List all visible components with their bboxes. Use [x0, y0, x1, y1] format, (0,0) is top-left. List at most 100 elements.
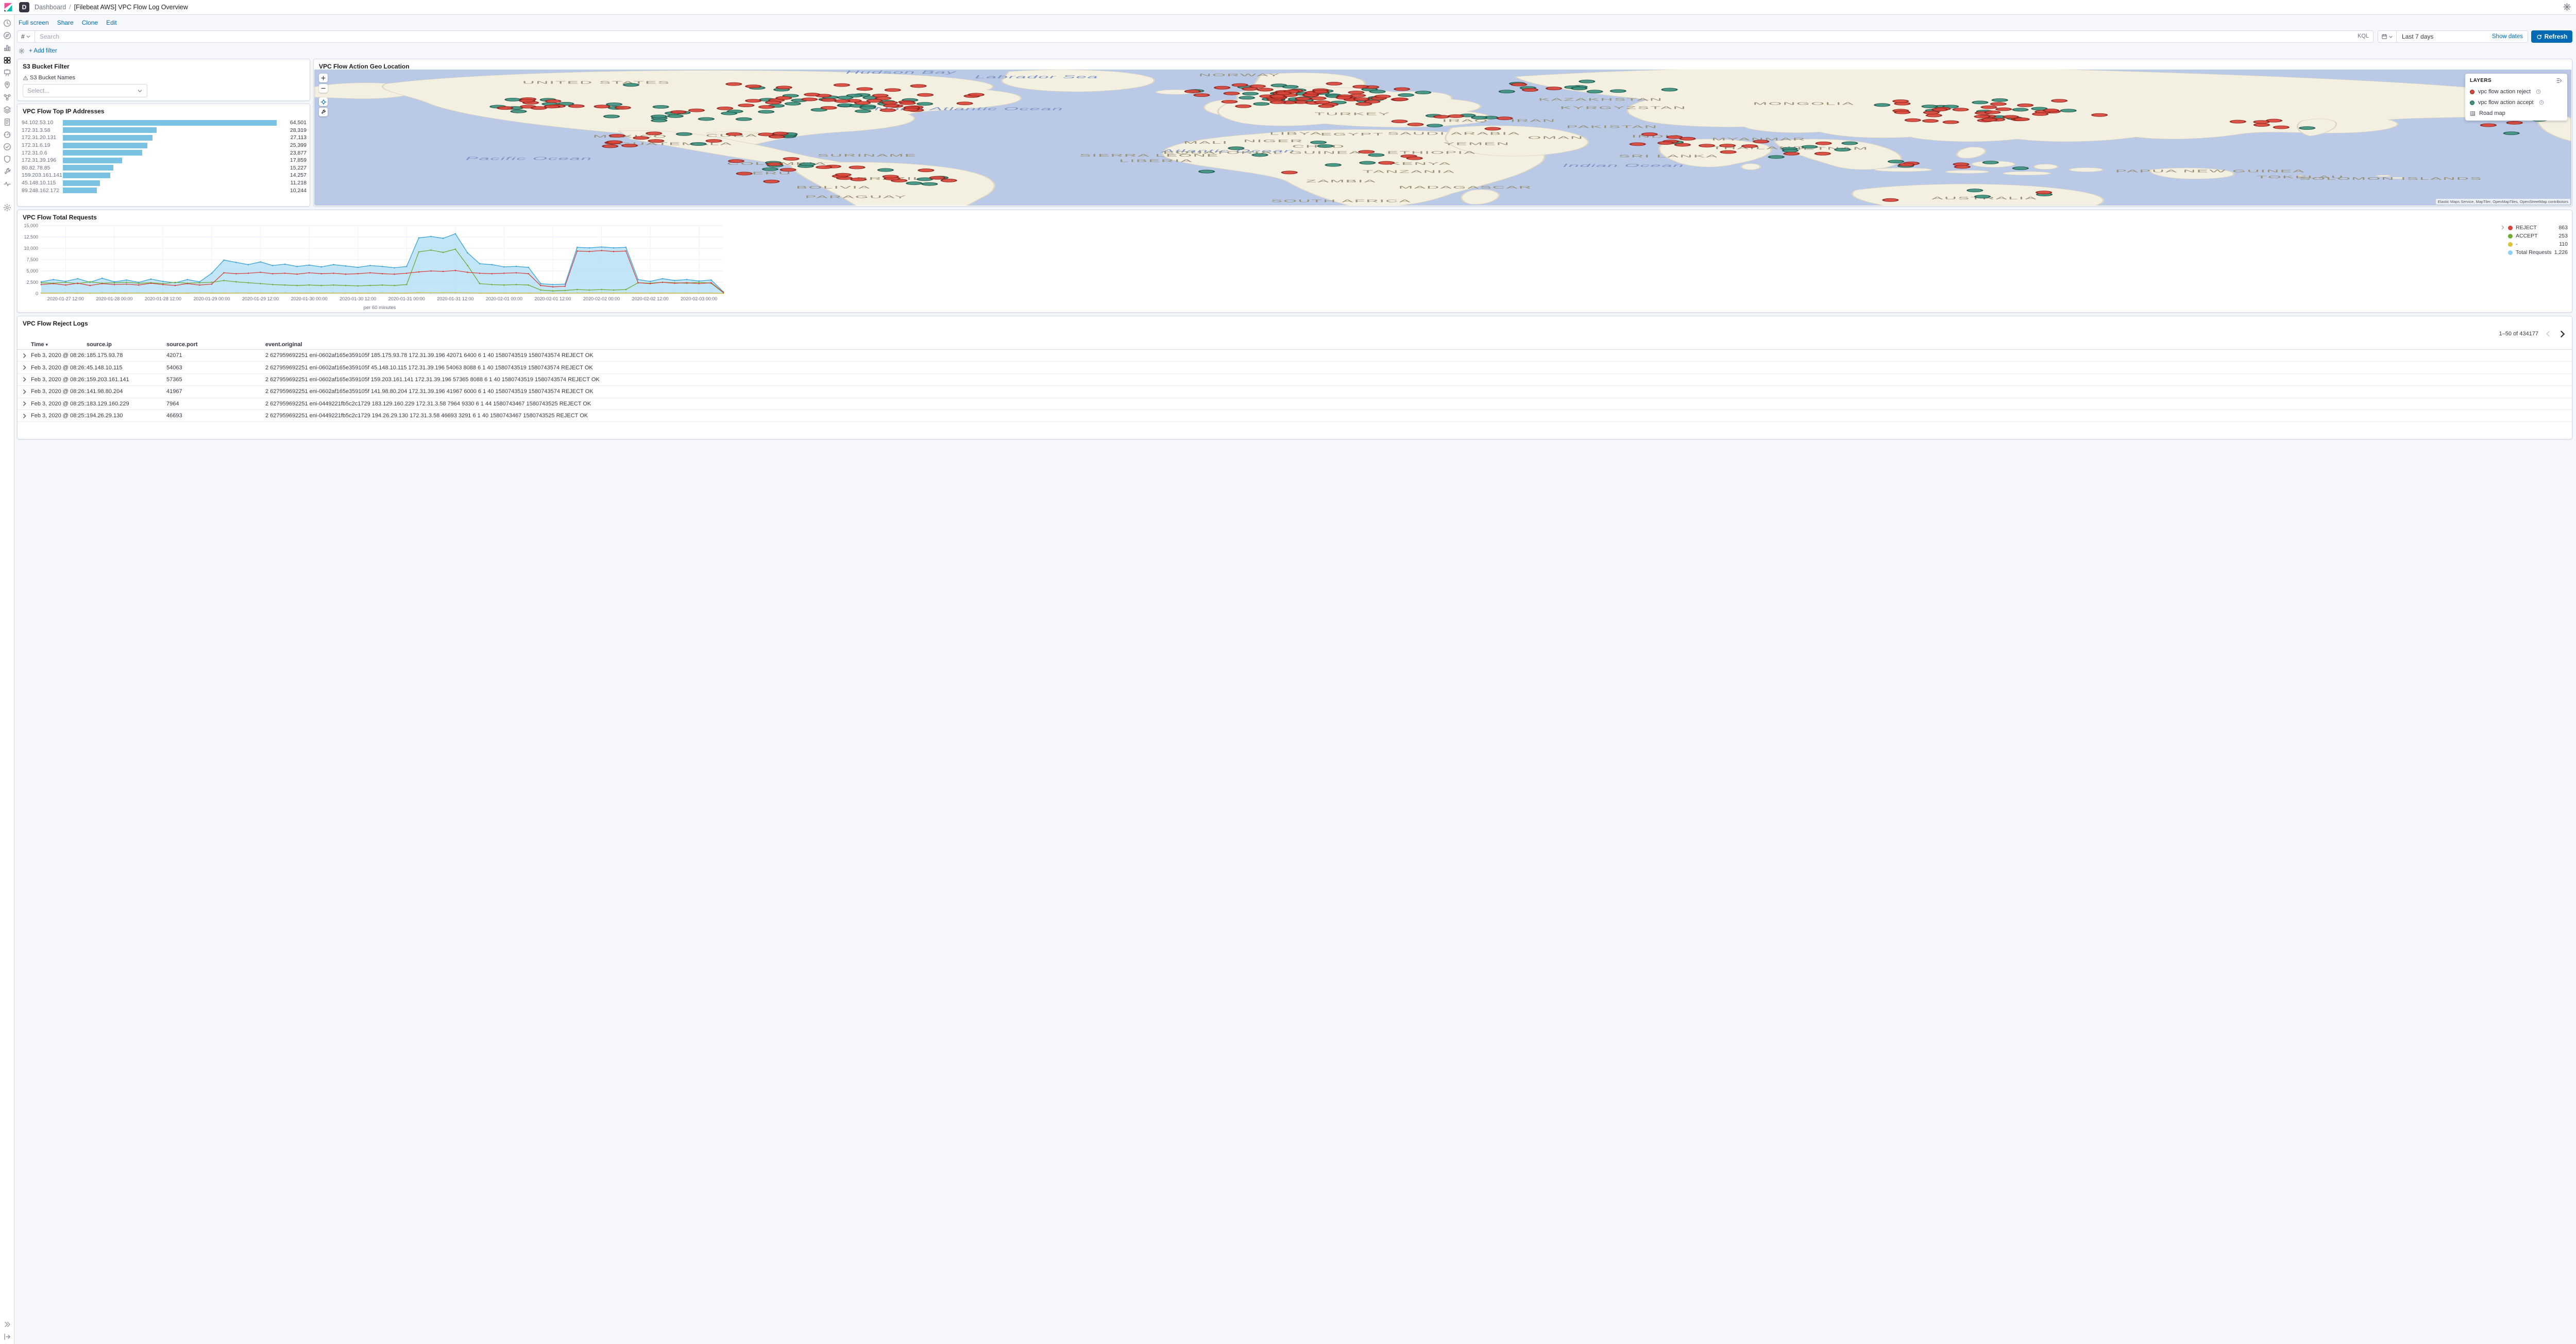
date-picker-calendar-button[interactable]	[2378, 31, 2397, 42]
layer-item[interactable]: vpc flow action reject	[2470, 89, 2563, 95]
legend-collapse-icon[interactable]	[2500, 225, 2505, 257]
kibana-logo-icon[interactable]	[3, 2, 14, 13]
fit-to-data-button[interactable]	[319, 97, 328, 106]
sidebar-item-stack-monitoring[interactable]	[2, 180, 13, 188]
management-icon	[3, 203, 11, 212]
expand-row-icon[interactable]	[18, 400, 31, 407]
cell-event-original: 2 627959692251 eni-0602af165e359105f 141…	[265, 388, 594, 395]
gear-icon	[2563, 3, 2571, 11]
expand-row-icon[interactable]	[18, 376, 31, 383]
sidebar-item-machine-learning[interactable]	[2, 93, 13, 101]
s3-bucket-select[interactable]: Select...	[23, 84, 147, 97]
map-tools-button[interactable]	[319, 108, 328, 116]
legend-item[interactable]: REJECT 863	[2508, 224, 2568, 232]
legend-label: REJECT	[2516, 225, 2537, 231]
ip-bar[interactable]	[63, 134, 153, 141]
time-range-label[interactable]: Last 7 days	[2397, 33, 2492, 40]
search-input[interactable]	[35, 30, 2374, 43]
ip-address-label: 172.31.6.19	[22, 142, 50, 149]
next-page-icon[interactable]	[2558, 330, 2567, 338]
ip-bar[interactable]	[63, 157, 122, 163]
bar-track	[63, 150, 277, 156]
svg-text:7,500: 7,500	[26, 257, 38, 262]
svg-text:TANZANIA: TANZANIA	[1363, 169, 1455, 174]
share-link[interactable]: Share	[57, 19, 74, 26]
zoom-in-button[interactable]	[319, 74, 328, 82]
sidebar-item-management[interactable]	[2, 203, 13, 212]
sidebar-item-dock-nav[interactable]	[2, 1333, 13, 1341]
cell-source-port: 54063	[166, 364, 182, 371]
cell-time: Feb 3, 2020 @ 08:26:14.000	[31, 364, 87, 371]
layer-item[interactable]: vpc flow action accept	[2470, 99, 2563, 106]
column-source-ip[interactable]: source.ip	[87, 342, 166, 348]
sidebar-item-apm[interactable]	[2, 130, 13, 139]
expand-row-icon[interactable]	[18, 364, 31, 371]
ip-count-value: 17,859	[290, 157, 307, 164]
svg-text:0: 0	[36, 291, 38, 296]
ip-bar[interactable]	[63, 142, 147, 148]
ip-bar[interactable]	[63, 188, 97, 194]
sidebar-item-dev-tools[interactable]	[2, 167, 13, 176]
column-time[interactable]: Time ▾	[31, 342, 87, 348]
sidebar-item-canvas[interactable]	[2, 69, 13, 77]
query-language-button[interactable]: KQL	[2358, 33, 2369, 39]
ip-bar[interactable]	[63, 127, 157, 133]
ip-count-value: 25,399	[290, 142, 307, 149]
sidebar-item-uptime[interactable]	[2, 143, 13, 151]
machine-learning-icon	[4, 94, 10, 101]
geo-map[interactable]: Hudson Bay Labrador Sea North Atlantic Oce…	[314, 70, 2571, 206]
expand-row-icon[interactable]	[18, 388, 31, 395]
breadcrumb-dashboard-link[interactable]: Dashboard	[35, 4, 66, 11]
sidebar-item-recently-viewed[interactable]	[2, 19, 13, 27]
ip-bar[interactable]	[63, 150, 142, 156]
top-ip-row: 89.248.162.172 10,244	[22, 186, 307, 194]
edit-link[interactable]: Edit	[106, 19, 117, 26]
expand-row-icon[interactable]	[18, 352, 31, 359]
svg-text:LIBERIA: LIBERIA	[1119, 159, 1193, 163]
column-event-original[interactable]: event.original	[265, 342, 2568, 348]
map-attribution: Elastic Maps Service, MapTiler, OpenMapT…	[2435, 199, 2570, 205]
svg-text:SAUDI ARABIA: SAUDI ARABIA	[1387, 131, 1521, 135]
ip-bar[interactable]	[63, 120, 277, 126]
zoom-out-button[interactable]	[319, 84, 328, 93]
sidebar-item-logs[interactable]	[2, 118, 13, 126]
svg-text:SOUTH AFRICA: SOUTH AFRICA	[1271, 199, 1412, 203]
cell-event-original: 2 627959692251 eni-0602af165e359105f 45.…	[265, 364, 593, 371]
svg-text:PAKISTAN: PAKISTAN	[1566, 125, 1658, 129]
filter-options-gear-icon[interactable]	[19, 48, 25, 54]
legend-item[interactable]: ACCEPT 253	[2508, 232, 2568, 240]
sidebar-item-maps[interactable]	[2, 81, 13, 89]
sidebar-item-dashboard[interactable]	[2, 56, 13, 64]
column-source-port[interactable]: source.port	[166, 342, 265, 348]
sidebar-item-visualize[interactable]	[2, 44, 13, 52]
add-filter-button[interactable]: + Add filter	[29, 48, 57, 54]
svg-text:EGYPT: EGYPT	[1320, 132, 1384, 137]
saved-query-menu-button[interactable]: #	[17, 30, 35, 43]
sidebar-item-metrics[interactable]	[2, 106, 13, 114]
ip-bar[interactable]	[63, 180, 100, 186]
pagination-label: 1–50 of 434177	[2499, 331, 2538, 337]
legend-item[interactable]: Total Requests 1,226	[2508, 248, 2568, 257]
show-dates-button[interactable]: Show dates	[2492, 33, 2528, 40]
layer-item[interactable]: Road map	[2470, 110, 2563, 116]
sidebar-item-discover[interactable]	[2, 31, 13, 40]
sidebar-item-expand-nav[interactable]	[2, 1320, 13, 1329]
refresh-button[interactable]: Refresh	[2531, 30, 2572, 43]
legend-item[interactable]: - 110	[2508, 240, 2568, 248]
panel-geo-location: VPC Flow Action Geo Location Hudson Bay …	[313, 59, 2572, 207]
ip-bar[interactable]	[63, 165, 113, 171]
clone-link[interactable]: Clone	[82, 19, 98, 26]
collapse-layers-icon[interactable]	[2556, 77, 2563, 84]
svg-text:Labrador Sea: Labrador Sea	[975, 75, 1098, 79]
expand-row-icon[interactable]	[18, 413, 31, 419]
svg-text:2020-01-31 00:00: 2020-01-31 00:00	[388, 296, 425, 301]
svg-text:BOLIVIA: BOLIVIA	[796, 185, 871, 190]
bar-track	[63, 127, 277, 133]
fullscreen-link[interactable]: Full screen	[19, 19, 49, 26]
cell-source-port: 57365	[166, 376, 182, 383]
previous-page-icon[interactable]	[2545, 330, 2552, 337]
sidebar-item-siem[interactable]	[2, 155, 13, 163]
header-settings-button[interactable]	[2562, 2, 2572, 12]
ip-bar[interactable]	[63, 172, 110, 178]
top-ip-row: 172.31.3.58 28,319	[22, 127, 307, 134]
